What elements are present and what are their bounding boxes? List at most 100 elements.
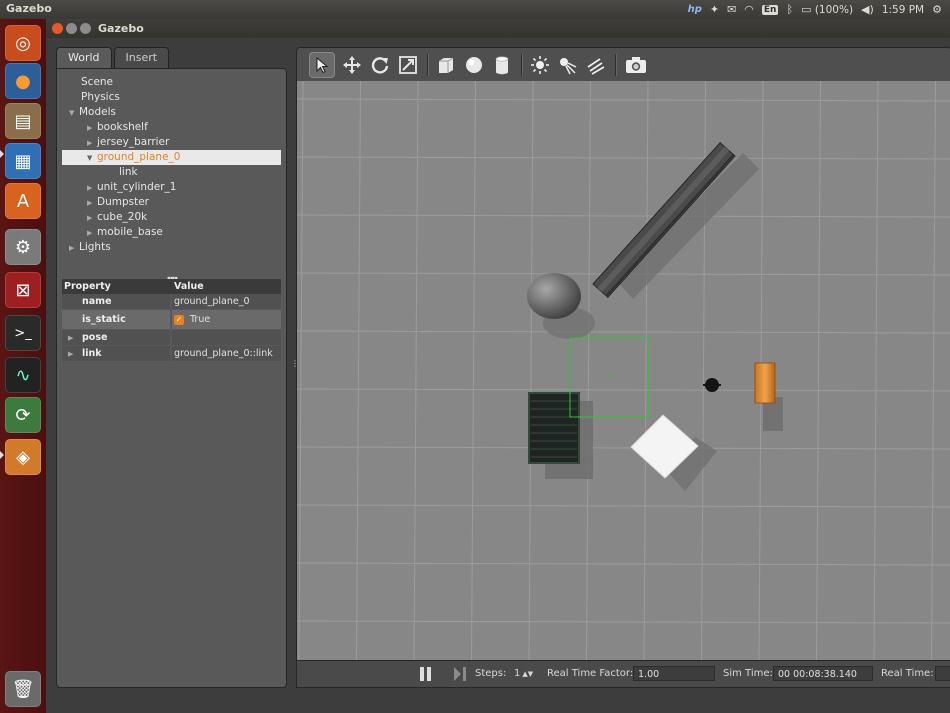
tree-item-jersey-barrier[interactable]: ▶ jersey_barrier	[87, 135, 169, 150]
property-row-name[interactable]: name ground_plane_0	[62, 294, 281, 309]
top-panel: Gazebo hp ✦ ✉ ◠ En ᛒ ▭ (100%) ◀) 1:59 PM…	[0, 0, 950, 20]
terminal-button[interactable]: >_	[5, 315, 41, 351]
unit-sphere-model[interactable]	[527, 273, 581, 319]
rotate-mode-button[interactable]	[367, 52, 393, 78]
toolbar-separator	[521, 54, 523, 76]
steps-stepper[interactable]: 1 ▲▼	[514, 668, 533, 679]
power-gear-icon[interactable]: ⚙	[932, 3, 942, 16]
tree-item-dumpster[interactable]: ▶ Dumpster	[87, 195, 149, 210]
firefox-button[interactable]: ●	[5, 63, 41, 99]
clock[interactable]: 1:59 PM	[882, 4, 924, 16]
collapsed-arrow-icon[interactable]: ▶	[87, 196, 97, 211]
close-icon[interactable]	[52, 23, 63, 34]
sun-icon	[531, 56, 549, 74]
mail-icon[interactable]: ✉	[727, 3, 736, 16]
sphere-icon	[466, 57, 482, 73]
tab-world[interactable]: World	[56, 47, 112, 68]
tree-item-ground-plane-selected[interactable]: ▼ ground_plane_0	[62, 150, 281, 165]
collapsed-arrow-icon[interactable]: ▶	[87, 211, 97, 226]
ubuntu-dash-button[interactable]: ◎	[5, 25, 41, 61]
scene-models	[527, 142, 783, 491]
bluetooth-icon[interactable]: ᛒ	[786, 3, 793, 16]
shopping-bag-icon: A	[16, 190, 30, 212]
3d-scene-viewport[interactable]	[296, 81, 950, 660]
remote-desktop-button[interactable]: ⊠	[5, 272, 41, 308]
tree-item-lights[interactable]: ▶ Lights	[69, 240, 111, 255]
window-titlebar[interactable]: Gazebo	[46, 19, 950, 38]
terminal-icon: >_	[14, 325, 32, 341]
tree-item-label: Models	[79, 106, 116, 118]
pause-icon	[420, 667, 431, 681]
property-row-is-static[interactable]: is_static ✓ True	[62, 310, 281, 329]
software-center-button[interactable]: A	[5, 183, 41, 219]
tree-item-bookshelf[interactable]: ▶ bookshelf	[87, 120, 148, 135]
collapsed-arrow-icon[interactable]: ▶	[87, 226, 97, 241]
step-button[interactable]	[452, 666, 468, 685]
collapsed-arrow-icon[interactable]: ▶	[69, 241, 79, 256]
tree-item-models[interactable]: ▼ Models	[69, 105, 116, 120]
collapsed-arrow-icon[interactable]: ▶	[87, 136, 97, 151]
move-arrows-icon	[343, 56, 361, 74]
collapsed-arrow-icon[interactable]: ▶	[87, 181, 97, 196]
property-row-link[interactable]: ▶ link ground_plane_0::link	[62, 346, 281, 361]
tree-item-mobile-base[interactable]: ▶ mobile_base	[87, 225, 163, 240]
wifi-icon[interactable]: ◠	[744, 3, 754, 16]
property-value[interactable]: ✓ True	[172, 310, 281, 329]
minimize-icon[interactable]	[66, 23, 77, 34]
directional-light-button[interactable]	[583, 52, 609, 78]
collapsed-arrow-icon[interactable]: ▶	[87, 121, 97, 136]
real-time-label: Real Time:	[881, 668, 934, 679]
scene-toolbar	[296, 47, 950, 83]
gazebo-button[interactable]: ◈	[5, 439, 41, 475]
dumpster-model[interactable]	[528, 392, 580, 464]
collapsed-arrow-icon[interactable]: ▶	[68, 347, 82, 362]
property-value[interactable]: ground_plane_0	[172, 294, 281, 309]
insert-box-button[interactable]	[433, 52, 459, 78]
keyboard-layout-indicator[interactable]: En	[761, 4, 779, 15]
gazebo-window: Gazebo World Insert Scene Physics ▼ Model…	[46, 19, 950, 713]
tree-item-link[interactable]: link	[119, 165, 138, 180]
trash-button[interactable]: 🗑	[5, 671, 41, 707]
insert-sphere-button[interactable]	[461, 52, 487, 78]
camera-icon	[626, 57, 646, 73]
insert-cylinder-button[interactable]	[489, 52, 515, 78]
screenshot-button[interactable]	[623, 52, 649, 78]
tree-item-cube[interactable]: ▶ cube_20k	[87, 210, 147, 225]
tree-item-unit-cylinder[interactable]: ▶ unit_cylinder_1	[87, 180, 176, 195]
property-key-label: pose	[82, 332, 108, 343]
checkbox-checked-icon[interactable]: ✓	[174, 314, 184, 325]
file-manager-button[interactable]: ▤	[5, 103, 41, 139]
tree-item-label: Dumpster	[97, 196, 149, 208]
jersey-barrier-model[interactable]	[592, 142, 736, 298]
maximize-icon[interactable]	[80, 23, 91, 34]
tree-item-physics[interactable]: Physics	[81, 90, 120, 105]
active-app-title: Gazebo	[6, 2, 52, 15]
barrier-shadow	[617, 153, 759, 299]
stepper-arrow-icon[interactable]: ▲▼	[522, 670, 533, 678]
hp-icon[interactable]: hp	[688, 4, 702, 15]
tree-item-scene[interactable]: Scene	[81, 75, 113, 90]
select-mode-button[interactable]	[309, 52, 335, 78]
step-forward-icon	[454, 667, 466, 681]
battery-indicator[interactable]: ▭ (100%)	[801, 3, 853, 16]
bookshelf-model[interactable]	[754, 362, 776, 404]
system-tray: hp ✦ ✉ ◠ En ᛒ ▭ (100%) ◀) 1:59 PM ⚙	[688, 1, 942, 18]
collapsed-arrow-icon[interactable]: ▶	[68, 331, 82, 346]
property-row-pose[interactable]: ▶ pose	[62, 330, 281, 345]
point-light-button[interactable]	[527, 52, 553, 78]
pause-button[interactable]	[419, 666, 433, 685]
translate-mode-button[interactable]	[339, 52, 365, 78]
running-indicator	[0, 150, 4, 158]
expanded-arrow-icon[interactable]: ▼	[87, 151, 97, 166]
spot-light-button[interactable]	[555, 52, 581, 78]
scale-mode-button[interactable]	[395, 52, 421, 78]
tab-insert[interactable]: Insert	[113, 47, 170, 68]
system-monitor-button[interactable]: ∿	[5, 357, 41, 393]
expanded-arrow-icon[interactable]: ▼	[69, 106, 79, 121]
steps-label: Steps:	[475, 668, 507, 679]
software-updater-button[interactable]: ⟳	[5, 397, 41, 433]
writer-button[interactable]: ▦	[5, 143, 41, 179]
system-settings-button[interactable]: ⚙	[5, 229, 41, 265]
volume-icon[interactable]: ◀)	[861, 3, 874, 16]
dropbox-icon[interactable]: ✦	[710, 3, 719, 16]
